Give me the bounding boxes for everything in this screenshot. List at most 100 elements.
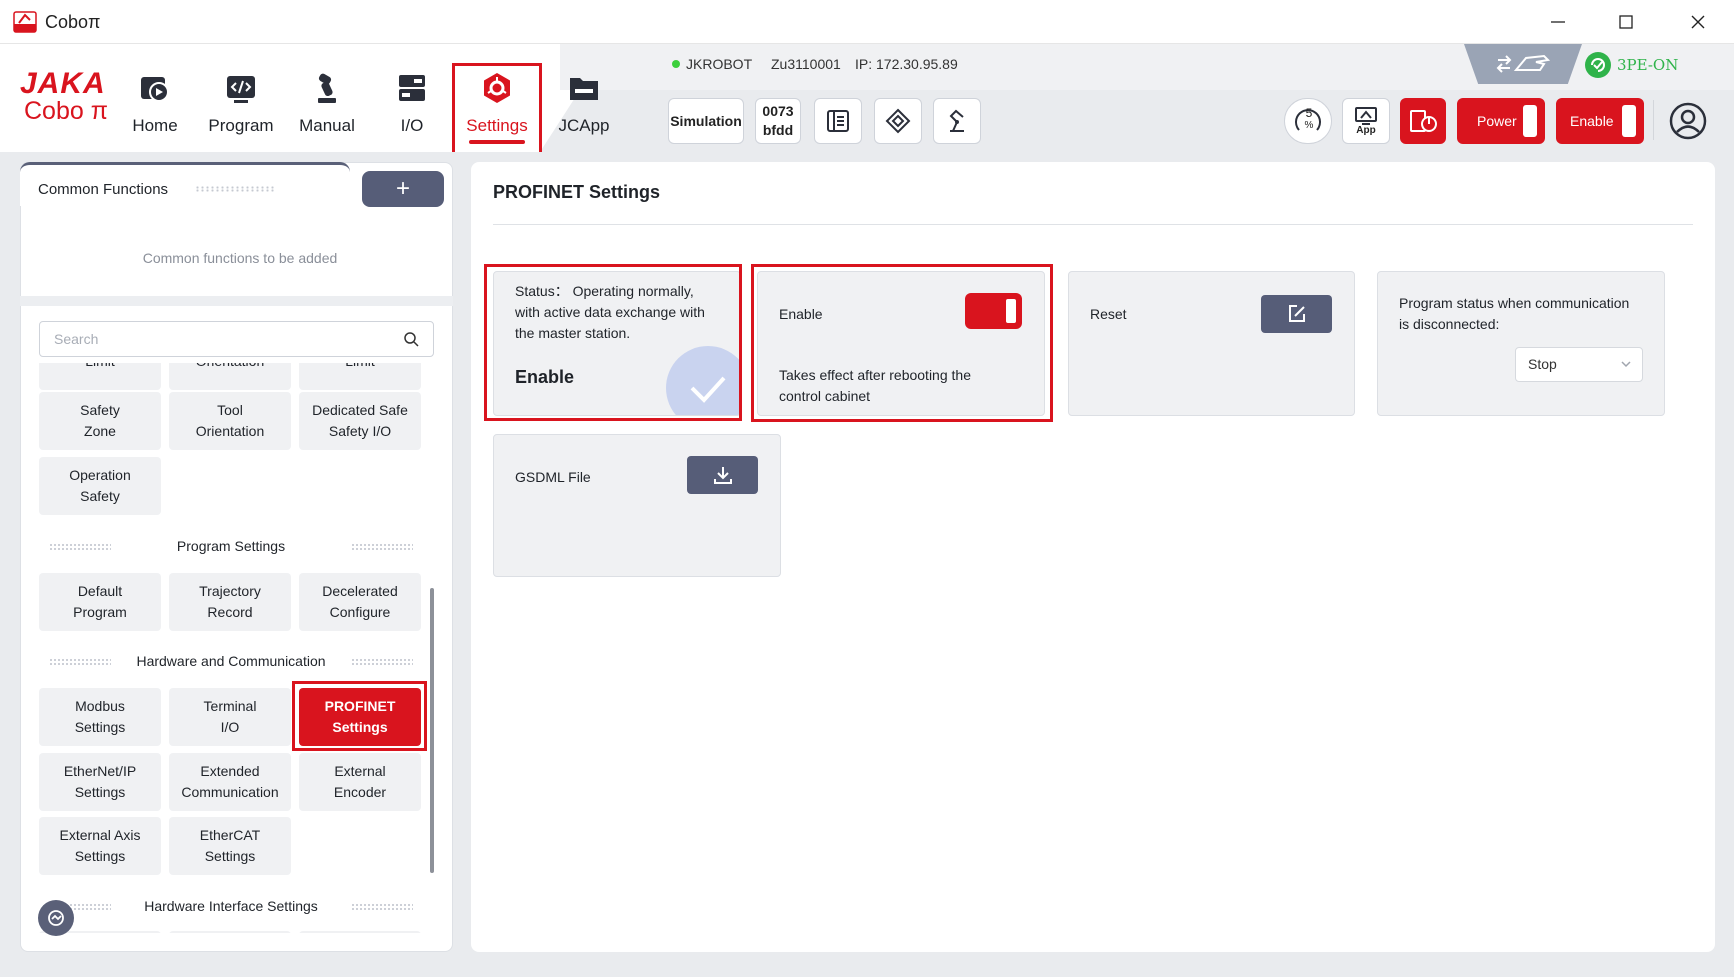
assistant-float-button[interactable] xyxy=(38,900,74,936)
menu-item-modbus-settings[interactable]: Modbus Settings xyxy=(39,688,161,746)
section-hardware-interface: Hardware Interface Settings xyxy=(41,896,421,916)
edit-icon xyxy=(1288,305,1305,322)
maximize-icon xyxy=(1619,15,1633,29)
speed-button[interactable]: 5 % xyxy=(1284,98,1332,144)
close-button[interactable] xyxy=(1662,0,1734,44)
menu-item-dedicated-safety-io[interactable]: Dedicated Safe Safety I/O xyxy=(299,392,421,450)
sidebar-scrollbar[interactable] xyxy=(430,588,434,873)
page-title: PROFINET Settings xyxy=(493,182,661,202)
robot-ip: IP: 172.30.95.89 xyxy=(855,56,958,72)
common-functions-empty-text: Common functions to be added xyxy=(142,250,338,266)
gsdml-card-label: GSDML File xyxy=(515,469,591,485)
folder-icon xyxy=(564,68,604,108)
nav-manual[interactable]: Manual xyxy=(296,68,358,148)
io-icon xyxy=(392,68,432,108)
reset-button[interactable] xyxy=(1261,295,1332,333)
hand-guide-tab[interactable] xyxy=(1464,44,1582,84)
search-icon[interactable] xyxy=(403,331,419,347)
user-avatar-icon xyxy=(1669,102,1707,140)
menu-item-tool-orientation[interactable]: Tool Orientation xyxy=(169,392,291,450)
nav-program[interactable]: Program xyxy=(206,68,276,148)
menu-item-ethernet-ip-settings[interactable]: EtherNet/IP Settings xyxy=(39,753,161,811)
minimize-button[interactable] xyxy=(1522,0,1594,44)
status-highlight-frame xyxy=(484,264,742,421)
robot-model: Zu3110001 xyxy=(771,56,841,72)
nav-label-io: I/O xyxy=(400,116,424,135)
menu-item-external-encoder[interactable]: External Encoder xyxy=(299,753,421,811)
chat-link-icon xyxy=(48,910,64,926)
nav-home[interactable]: Home xyxy=(126,68,184,148)
menu-item-orientation[interactable]: Orientation xyxy=(169,363,291,390)
cabinet-shutdown-button[interactable] xyxy=(1400,98,1446,144)
download-icon xyxy=(713,467,732,484)
menu-item-terminal-io[interactable]: Terminal I/O xyxy=(169,688,291,746)
hand-drag-icon xyxy=(1496,54,1551,73)
menu-item-decelerated-configure[interactable]: Decelerated Configure xyxy=(299,573,421,631)
maximize-button[interactable] xyxy=(1590,0,1662,44)
menu-item-limit-1[interactable]: Limit xyxy=(39,363,161,390)
app-button[interactable]: App xyxy=(1342,98,1390,144)
connection-status-dot xyxy=(672,60,680,68)
robot-model-button[interactable] xyxy=(933,98,981,144)
section-program-settings: Program Settings xyxy=(41,536,421,556)
app-icon xyxy=(13,11,37,33)
toolbar-divider xyxy=(1653,100,1654,140)
sidebar-divider xyxy=(20,296,453,306)
disconnect-action-select[interactable]: Stop xyxy=(1515,347,1643,382)
power-label: Power xyxy=(1477,113,1517,129)
log-button[interactable] xyxy=(814,98,862,144)
profinet-highlight-frame xyxy=(292,681,427,751)
app-label: App xyxy=(1356,124,1376,136)
enable-toggle-button[interactable]: Enable xyxy=(1556,98,1644,144)
decorative-dots xyxy=(351,543,413,551)
menu-item-partial[interactable] xyxy=(169,931,291,933)
add-common-function-button[interactable]: + xyxy=(362,171,444,207)
robot-code-button[interactable]: 0073 bfdd xyxy=(755,98,801,144)
jaka-logo: JAKA Cobo π xyxy=(20,67,112,125)
robot-arm-icon xyxy=(307,68,347,108)
menu-item-ethercat-settings[interactable]: EtherCAT Settings xyxy=(169,817,291,875)
reset-card-label: Reset xyxy=(1090,306,1127,322)
gsdml-download-button[interactable] xyxy=(687,456,758,494)
menu-item-limit-2[interactable]: Limit xyxy=(299,363,421,390)
minimize-icon xyxy=(1551,21,1565,23)
menu-item-trajectory-record[interactable]: Trajectory Record xyxy=(169,573,291,631)
common-functions-title: Common Functions xyxy=(38,181,169,198)
nav-label-jcapp: JCApp xyxy=(558,116,610,135)
menu-item-operation-safety[interactable]: Operation Safety xyxy=(39,457,161,515)
menu-item-partial[interactable] xyxy=(299,931,421,933)
decorative-dots xyxy=(195,186,275,192)
nav-label-home: Home xyxy=(132,116,178,135)
tool-coordinate-button[interactable] xyxy=(874,98,922,144)
decorative-dots xyxy=(351,903,413,911)
speed-unit: % xyxy=(1304,120,1314,131)
nav-label-manual: Manual xyxy=(299,116,355,135)
search-input[interactable] xyxy=(40,322,380,356)
disconnect-card-label: Program status when communication is dis… xyxy=(1399,293,1629,335)
nav-label-program: Program xyxy=(208,116,274,135)
decorative-dots xyxy=(49,543,111,551)
settings-highlight-frame xyxy=(452,63,542,157)
nav-io[interactable]: I/O xyxy=(392,68,432,148)
window-title: Coboπ xyxy=(45,12,101,32)
app-monitor-icon xyxy=(1355,106,1377,125)
threepe-label: 3PE-ON xyxy=(1617,56,1679,74)
menu-item-default-program[interactable]: Default Program xyxy=(39,573,161,631)
section-title: Program Settings xyxy=(176,538,286,554)
threepe-status: 3PE-ON xyxy=(1585,50,1715,80)
logo-text-top: JAKA xyxy=(20,67,106,100)
simulation-button[interactable]: Simulation xyxy=(668,98,744,144)
user-button[interactable] xyxy=(1665,98,1711,144)
power-toggle-button[interactable]: Power xyxy=(1457,98,1545,144)
speed-value: 5 xyxy=(1305,106,1313,120)
menu-item-external-axis-settings[interactable]: External Axis Settings xyxy=(39,817,161,875)
menu-item-safety-zone[interactable]: Safety Zone xyxy=(39,392,161,450)
nav-jcapp[interactable]: JCApp xyxy=(556,68,612,148)
threepe-check-icon xyxy=(1585,52,1611,78)
logo-text-bottom: Cobo π xyxy=(24,97,108,125)
search-field[interactable] xyxy=(39,321,434,357)
robot-arm-outline-icon xyxy=(949,109,964,132)
decorative-dots xyxy=(351,658,413,666)
disconnect-status-card: Program status when communication is dis… xyxy=(1377,271,1665,416)
menu-item-extended-communication[interactable]: Extended Communication xyxy=(169,753,291,811)
